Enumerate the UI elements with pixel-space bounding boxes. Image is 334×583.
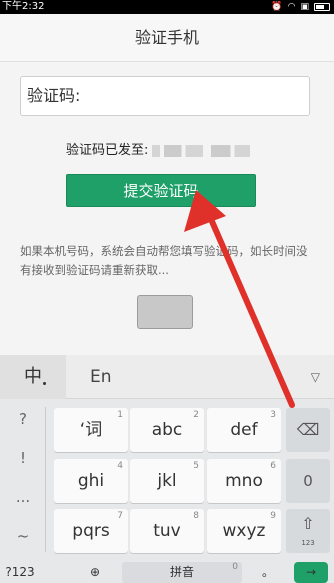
annotation-arrow-head xyxy=(184,190,226,232)
annotation-arrow xyxy=(184,190,295,408)
annotation-arrow-shaft xyxy=(204,207,295,408)
